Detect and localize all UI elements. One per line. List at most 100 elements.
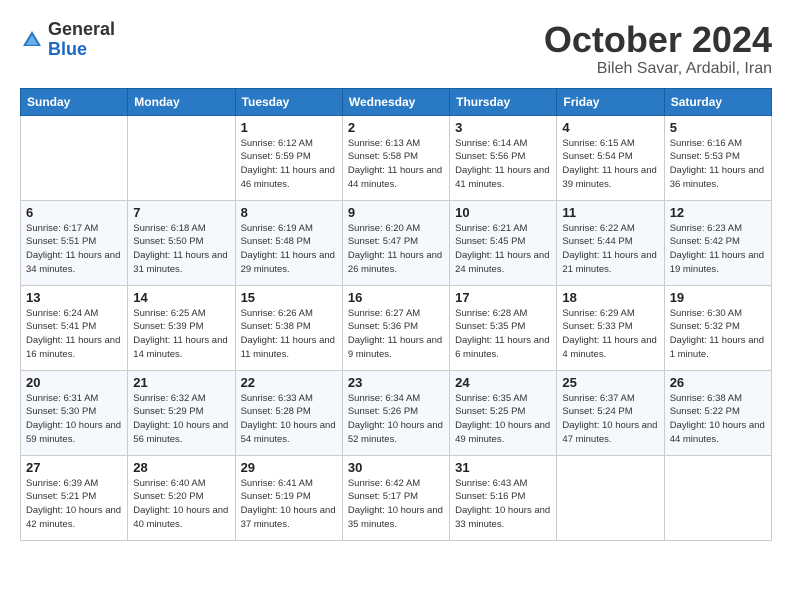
day-info: Sunrise: 6:37 AMSunset: 5:24 PMDaylight:… — [562, 392, 658, 447]
day-info: Sunrise: 6:13 AMSunset: 5:58 PMDaylight:… — [348, 137, 444, 192]
weekday-header: Monday — [128, 88, 235, 115]
day-number: 24 — [455, 375, 551, 390]
calendar-week-row: 13 Sunrise: 6:24 AMSunset: 5:41 PMDayligh… — [21, 285, 772, 370]
calendar: SundayMondayTuesdayWednesdayThursdayFrid… — [20, 88, 772, 541]
calendar-cell: 15Sunrise: 6:26 AMSunset: 5:38 PMDayligh… — [235, 285, 342, 370]
calendar-cell: 9Sunrise: 6:20 AMSunset: 5:47 PMDaylight… — [342, 200, 449, 285]
day-info: Sunrise: 6:16 AMSunset: 5:53 PMDaylight:… — [670, 137, 766, 192]
day-info: Sunrise: 6:17 AMSunset: 5:51 PMDaylight:… — [26, 222, 122, 277]
day-info: Sunrise: 6:23 AMSunset: 5:42 PMDaylight:… — [670, 222, 766, 277]
logo-icon — [20, 28, 44, 52]
calendar-cell: 16 Sunrise: 6:27 AMSunset: 5:36 PMDayligh… — [342, 285, 449, 370]
day-info: Sunrise: 6:25 AMSunset: 5:39 PMDaylight:… — [133, 307, 229, 362]
day-number: 21 — [133, 375, 229, 390]
day-info: Sunrise: 6:42 AMSunset: 5:17 PMDaylight:… — [348, 477, 444, 532]
day-number: 22 — [241, 375, 337, 390]
day-number: 14 — [133, 290, 229, 305]
calendar-cell: 14 Sunrise: 6:25 AMSunset: 5:39 PMDayligh… — [128, 285, 235, 370]
day-number: 28 — [133, 460, 229, 475]
calendar-cell: 8Sunrise: 6:19 AMSunset: 5:48 PMDaylight… — [235, 200, 342, 285]
day-number: 27 — [26, 460, 122, 475]
calendar-cell: 28 Sunrise: 6:40 AMSunset: 5:20 PMDayligh… — [128, 455, 235, 540]
title-area: October 2024 Bileh Savar, Ardabil, Iran — [544, 20, 772, 78]
day-info: Sunrise: 6:31 AMSunset: 5:30 PMDaylight:… — [26, 392, 122, 447]
calendar-cell: 27Sunrise: 6:39 AMSunset: 5:21 PMDayligh… — [21, 455, 128, 540]
calendar-cell: 21 Sunrise: 6:32 AMSunset: 5:29 PMDayligh… — [128, 370, 235, 455]
day-number: 4 — [562, 120, 658, 135]
day-number: 7 — [133, 205, 229, 220]
day-number: 5 — [670, 120, 766, 135]
day-number: 30 — [348, 460, 444, 475]
day-info: Sunrise: 6:27 AMSunset: 5:36 PMDaylight:… — [348, 307, 444, 362]
day-number: 13 — [26, 290, 122, 305]
day-number: 16 — [348, 290, 444, 305]
calendar-cell: 12 Sunrise: 6:23 AMSunset: 5:42 PMDayligh… — [664, 200, 771, 285]
logo: General Blue — [20, 20, 115, 60]
calendar-cell: 6 Sunrise: 6:17 AMSunset: 5:51 PMDaylight… — [21, 200, 128, 285]
day-info: Sunrise: 6:34 AMSunset: 5:26 PMDaylight:… — [348, 392, 444, 447]
day-info: Sunrise: 6:40 AMSunset: 5:20 PMDaylight:… — [133, 477, 229, 532]
day-info: Sunrise: 6:18 AMSunset: 5:50 PMDaylight:… — [133, 222, 229, 277]
day-number: 29 — [241, 460, 337, 475]
day-info: Sunrise: 6:30 AMSunset: 5:32 PMDaylight:… — [670, 307, 766, 362]
calendar-cell: 17Sunrise: 6:28 AMSunset: 5:35 PMDayligh… — [450, 285, 557, 370]
calendar-cell: 23 Sunrise: 6:34 AMSunset: 5:26 PMDayligh… — [342, 370, 449, 455]
day-info: Sunrise: 6:24 AMSunset: 5:41 PMDaylight:… — [26, 307, 122, 362]
weekday-header: Friday — [557, 88, 664, 115]
calendar-week-row: 1 Sunrise: 6:12 AMSunset: 5:59 PMDaylight… — [21, 115, 772, 200]
header: General Blue October 2024 Bileh Savar, A… — [20, 20, 772, 78]
calendar-cell — [21, 115, 128, 200]
calendar-cell: 11 Sunrise: 6:22 AMSunset: 5:44 PMDayligh… — [557, 200, 664, 285]
day-number: 11 — [562, 205, 658, 220]
day-info: Sunrise: 6:35 AMSunset: 5:25 PMDaylight:… — [455, 392, 551, 447]
calendar-cell: 24 Sunrise: 6:35 AMSunset: 5:25 PMDayligh… — [450, 370, 557, 455]
calendar-cell: 4Sunrise: 6:15 AMSunset: 5:54 PMDaylight… — [557, 115, 664, 200]
day-number: 8 — [241, 205, 337, 220]
calendar-cell: 22 Sunrise: 6:33 AMSunset: 5:28 PMDayligh… — [235, 370, 342, 455]
calendar-week-row: 6 Sunrise: 6:17 AMSunset: 5:51 PMDaylight… — [21, 200, 772, 285]
calendar-cell: 10Sunrise: 6:21 AMSunset: 5:45 PMDayligh… — [450, 200, 557, 285]
calendar-cell — [664, 455, 771, 540]
day-number: 23 — [348, 375, 444, 390]
day-number: 1 — [241, 120, 337, 135]
calendar-cell: 26 Sunrise: 6:38 AMSunset: 5:22 PMDayligh… — [664, 370, 771, 455]
day-info: Sunrise: 6:41 AMSunset: 5:19 PMDaylight:… — [241, 477, 337, 532]
day-number: 18 — [562, 290, 658, 305]
day-info: Sunrise: 6:12 AMSunset: 5:59 PMDaylight:… — [241, 137, 337, 192]
day-number: 15 — [241, 290, 337, 305]
month-title: October 2024 — [544, 20, 772, 60]
day-info: Sunrise: 6:38 AMSunset: 5:22 PMDaylight:… — [670, 392, 766, 447]
calendar-cell: 20 Sunrise: 6:31 AMSunset: 5:30 PMDayligh… — [21, 370, 128, 455]
location-title: Bileh Savar, Ardabil, Iran — [544, 60, 772, 78]
header-row: SundayMondayTuesdayWednesdayThursdayFrid… — [21, 88, 772, 115]
day-number: 2 — [348, 120, 444, 135]
day-number: 3 — [455, 120, 551, 135]
day-number: 12 — [670, 205, 766, 220]
weekday-header: Sunday — [21, 88, 128, 115]
day-info: Sunrise: 6:33 AMSunset: 5:28 PMDaylight:… — [241, 392, 337, 447]
logo-text-general: General — [48, 19, 115, 39]
day-number: 20 — [26, 375, 122, 390]
day-info: Sunrise: 6:20 AMSunset: 5:47 PMDaylight:… — [348, 222, 444, 277]
weekday-header: Thursday — [450, 88, 557, 115]
day-number: 31 — [455, 460, 551, 475]
day-info: Sunrise: 6:29 AMSunset: 5:33 PMDaylight:… — [562, 307, 658, 362]
day-info: Sunrise: 6:43 AMSunset: 5:16 PMDaylight:… — [455, 477, 551, 532]
day-info: Sunrise: 6:22 AMSunset: 5:44 PMDaylight:… — [562, 222, 658, 277]
calendar-cell: 5 Sunrise: 6:16 AMSunset: 5:53 PMDaylight… — [664, 115, 771, 200]
weekday-header: Saturday — [664, 88, 771, 115]
day-info: Sunrise: 6:28 AMSunset: 5:35 PMDaylight:… — [455, 307, 551, 362]
day-number: 26 — [670, 375, 766, 390]
day-number: 6 — [26, 205, 122, 220]
calendar-cell: 7 Sunrise: 6:18 AMSunset: 5:50 PMDaylight… — [128, 200, 235, 285]
weekday-header: Wednesday — [342, 88, 449, 115]
calendar-cell: 30 Sunrise: 6:42 AMSunset: 5:17 PMDayligh… — [342, 455, 449, 540]
day-info: Sunrise: 6:14 AMSunset: 5:56 PMDaylight:… — [455, 137, 551, 192]
calendar-cell: 25 Sunrise: 6:37 AMSunset: 5:24 PMDayligh… — [557, 370, 664, 455]
day-number: 25 — [562, 375, 658, 390]
day-info: Sunrise: 6:32 AMSunset: 5:29 PMDaylight:… — [133, 392, 229, 447]
calendar-cell: 19Sunrise: 6:30 AMSunset: 5:32 PMDayligh… — [664, 285, 771, 370]
calendar-cell — [557, 455, 664, 540]
calendar-cell: 2 Sunrise: 6:13 AMSunset: 5:58 PMDaylight… — [342, 115, 449, 200]
day-number: 10 — [455, 205, 551, 220]
